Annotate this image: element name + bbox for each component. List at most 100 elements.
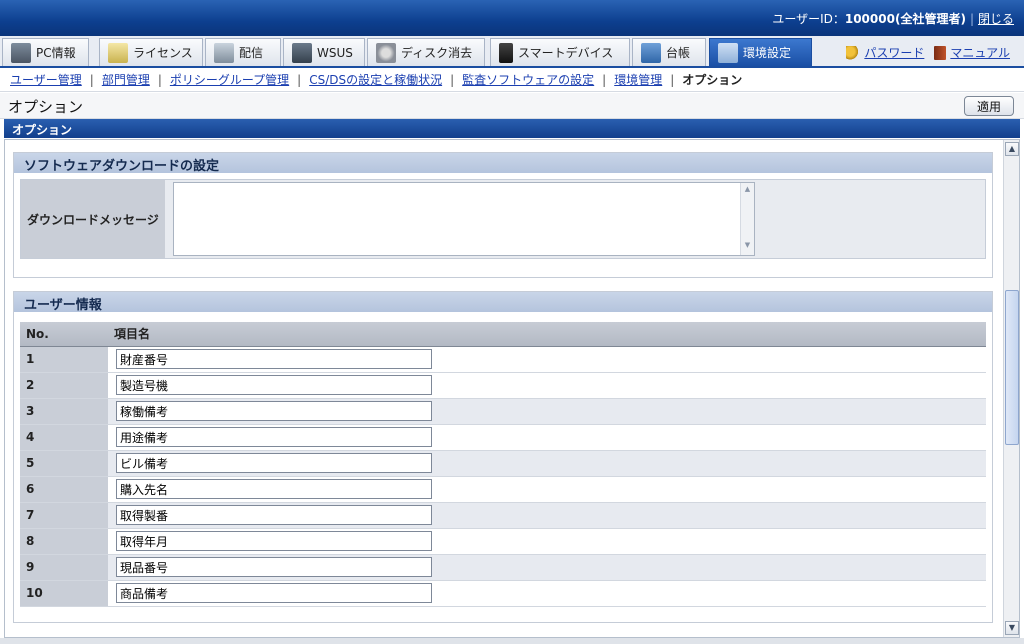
tools-icon — [718, 42, 738, 63]
subnav-divider: | — [157, 72, 162, 87]
tab-smart-device[interactable]: スマートデバイス — [490, 38, 630, 66]
scrollbar-thumb[interactable] — [1005, 290, 1019, 445]
scroll-down-icon[interactable]: ▼ — [1005, 621, 1019, 635]
table-row: 4 — [20, 424, 986, 451]
password-link[interactable]: パスワード — [864, 44, 924, 61]
scroll-up-icon[interactable]: ▲ — [1005, 142, 1019, 156]
textarea-scrollbar[interactable]: ▲ ▼ — [740, 183, 754, 255]
bottom-edge — [0, 638, 1024, 644]
user-info-panel: ユーザー情報 No. 項目名 1 2 — [13, 291, 993, 623]
row-number: 1 — [20, 346, 108, 373]
tab-distribution[interactable]: 配信 — [205, 38, 281, 66]
disk-erase-icon — [376, 42, 396, 63]
vertical-scrollbar[interactable]: ▲ ▼ — [1003, 140, 1019, 637]
table-row: 10 — [20, 580, 986, 607]
row-number: 2 — [20, 372, 108, 399]
apply-button[interactable]: 適用 — [964, 96, 1014, 116]
table-row: 2 — [20, 372, 986, 399]
user-info-title: ユーザー情報 — [14, 292, 992, 313]
item-name-input[interactable] — [116, 453, 432, 473]
page-title: オプション — [8, 98, 84, 116]
row-value-cell — [108, 372, 986, 399]
tab-license[interactable]: ライセンス — [99, 38, 203, 66]
item-name-input[interactable] — [116, 583, 432, 603]
scroll-down-icon[interactable]: ▼ — [742, 241, 753, 253]
table-row: 9 — [20, 554, 986, 581]
subnav-cs-ds-settings[interactable]: CS/DSの設定と稼働状況 — [309, 71, 442, 88]
download-message-textarea[interactable]: ▲ ▼ — [173, 182, 755, 256]
ledger-icon — [641, 42, 661, 63]
subnav-divider: | — [450, 72, 455, 87]
key-icon — [846, 45, 861, 60]
row-number: 9 — [20, 554, 108, 581]
download-settings-panel: ソフトウェアダウンロードの設定 ダウンロードメッセージ ▲ ▼ — [13, 152, 993, 278]
row-value-cell — [108, 502, 986, 529]
app-window: ユーザーID：100000(全社管理者) | 閉じる PC情報 ライセンス 配信 W… — [0, 0, 1024, 644]
item-name-input[interactable] — [116, 375, 432, 395]
user-id-value: 100000(全社管理者) — [844, 12, 966, 26]
user-info-table: No. 項目名 1 2 3 — [20, 322, 986, 607]
subnav-divider: | — [89, 72, 94, 87]
item-name-input[interactable] — [116, 479, 432, 499]
header-right-links: パスワード マニュアル — [846, 44, 1010, 61]
subnav-department-management[interactable]: 部門管理 — [102, 71, 150, 88]
item-name-input[interactable] — [116, 531, 432, 551]
table-row: 5 — [20, 450, 986, 477]
row-number: 8 — [20, 528, 108, 555]
tab-label: 台帳 — [666, 46, 691, 60]
tab-disk-erase[interactable]: ディスク消去 — [367, 38, 485, 66]
tab-label: スマートデバイス — [518, 46, 614, 60]
row-number: 5 — [20, 450, 108, 477]
pc-icon — [11, 42, 31, 63]
column-header-no: No. — [20, 322, 108, 347]
tab-label: PC情報 — [36, 46, 76, 60]
tab-wsus[interactable]: WSUS — [283, 38, 365, 66]
row-value-cell — [108, 398, 986, 425]
item-name-input[interactable] — [116, 349, 432, 369]
item-name-input[interactable] — [116, 427, 432, 447]
subnav-environment-management[interactable]: 環境管理 — [614, 71, 662, 88]
scroll-up-icon[interactable]: ▲ — [742, 185, 753, 197]
table-row: 8 — [20, 528, 986, 555]
section-header-options: オプション — [4, 119, 1020, 138]
subnav-divider: | — [297, 72, 302, 87]
user-id-label: ユーザーID： — [772, 12, 845, 26]
tab-label: ディスク消去 — [401, 46, 473, 60]
tab-environment-settings[interactable]: 環境設定 — [709, 38, 812, 66]
table-row: 7 — [20, 502, 986, 529]
tab-label: ライセンス — [133, 46, 193, 60]
manual-link[interactable]: マニュアル — [950, 44, 1010, 61]
download-message-label: ダウンロードメッセージ — [21, 180, 165, 258]
subnav-user-management[interactable]: ユーザー管理 — [10, 71, 82, 88]
item-name-input[interactable] — [116, 557, 432, 577]
column-header-item-name: 項目名 — [108, 322, 986, 347]
row-value-cell — [108, 580, 986, 607]
close-link[interactable]: 閉じる — [978, 12, 1014, 26]
license-icon — [108, 42, 128, 63]
table-row: 6 — [20, 476, 986, 503]
item-name-input[interactable] — [116, 505, 432, 525]
row-number: 4 — [20, 424, 108, 451]
tab-ledger[interactable]: 台帳 — [632, 38, 706, 66]
top-header-bar: ユーザーID：100000(全社管理者) | 閉じる — [0, 0, 1024, 36]
download-settings-title: ソフトウェアダウンロードの設定 — [14, 153, 992, 174]
subnav-divider: | — [670, 72, 675, 87]
main-tab-strip: PC情報 ライセンス 配信 WSUS ディスク消去 スマートデバイス 台帳 環境… — [0, 36, 1024, 68]
row-number: 3 — [20, 398, 108, 425]
row-number: 6 — [20, 476, 108, 503]
header-separator: | — [969, 12, 974, 26]
row-value-cell — [108, 450, 986, 477]
tab-pc-info[interactable]: PC情報 — [2, 38, 89, 66]
tab-label: 配信 — [239, 46, 264, 60]
smart-device-icon — [499, 42, 513, 63]
subnav-policy-group-management[interactable]: ポリシーグループ管理 — [170, 71, 289, 88]
subnav-divider: | — [602, 72, 607, 87]
table-row: 1 — [20, 346, 986, 373]
table-header-row: No. 項目名 — [20, 322, 986, 347]
row-value-cell — [108, 476, 986, 503]
subnav-current-options: オプション — [682, 73, 743, 87]
table-row: 3 — [20, 398, 986, 425]
item-name-input[interactable] — [116, 401, 432, 421]
options-scroll-area[interactable]: ソフトウェアダウンロードの設定 ダウンロードメッセージ ▲ ▼ ユーザー情報 N… — [4, 139, 1020, 638]
subnav-audit-software-settings[interactable]: 監査ソフトウェアの設定 — [462, 71, 594, 88]
